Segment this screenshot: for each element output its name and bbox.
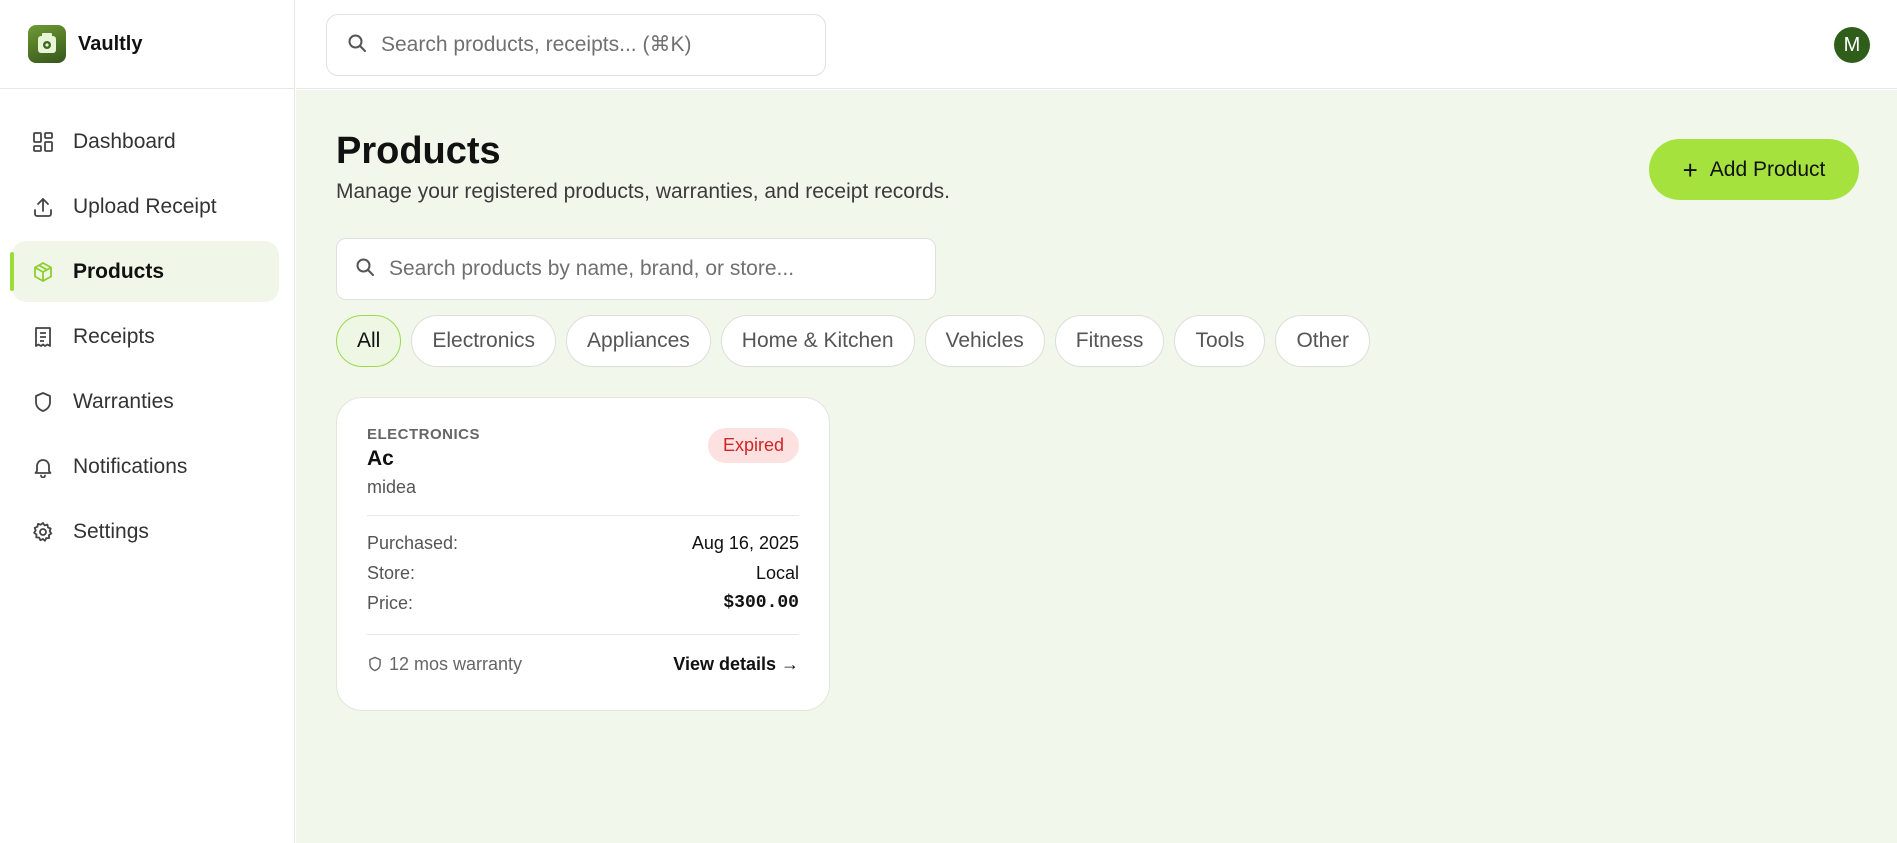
price-row: Price: $300.00 — [367, 588, 799, 618]
purchased-row: Purchased: Aug 16, 2025 — [367, 528, 799, 558]
store-row: Store: Local — [367, 558, 799, 588]
sidebar-item-label: Receipts — [73, 324, 155, 348]
purchased-value: Aug 16, 2025 — [691, 532, 799, 553]
vault-logo-icon — [28, 25, 66, 63]
store-label: Store: — [367, 562, 416, 583]
box-icon — [31, 260, 55, 284]
sidebar-item-label: Notifications — [73, 454, 188, 478]
dashboard-icon — [31, 130, 55, 154]
sidebar-item-dashboard[interactable]: Dashboard — [12, 111, 279, 172]
filter-chip-home-kitchen[interactable]: Home & Kitchen — [720, 315, 915, 367]
search-icon — [355, 257, 375, 282]
product-details: Purchased: Aug 16, 2025 Store: Local Pri… — [367, 516, 799, 618]
category-filters: All Electronics Appliances Home & Kitche… — [336, 315, 1380, 367]
card-footer: 12 mos warranty View details → — [367, 635, 799, 693]
sidebar-item-label: Products — [73, 259, 165, 283]
brand[interactable]: Vaultly — [0, 0, 294, 89]
sidebar-nav: Dashboard Upload Receipt Products Receip… — [0, 89, 294, 562]
sidebar-item-products[interactable]: Products — [10, 241, 279, 302]
product-search-input[interactable] — [389, 257, 909, 281]
product-card[interactable]: ELECTRONICS Ac midea Expired Purchased: … — [336, 397, 830, 711]
page-subtitle: Manage your registered products, warrant… — [336, 180, 950, 203]
sidebar-item-upload-receipt[interactable]: Upload Receipt — [12, 176, 279, 237]
store-value: Local — [755, 562, 799, 583]
sidebar-item-label: Dashboard — [73, 129, 176, 153]
upload-icon — [31, 195, 55, 219]
shield-icon — [367, 656, 383, 672]
sidebar-item-label: Warranties — [73, 389, 174, 413]
page-title: Products — [336, 130, 501, 172]
receipt-icon — [31, 325, 55, 349]
product-search[interactable] — [336, 238, 936, 300]
filter-chip-tools[interactable]: Tools — [1174, 315, 1266, 367]
price-label: Price: — [367, 592, 414, 613]
global-search-input[interactable] — [381, 33, 801, 57]
filter-chip-appliances[interactable]: Appliances — [566, 315, 711, 367]
top-header: M — [296, 0, 1897, 89]
status-badge: Expired — [707, 428, 799, 463]
filter-chip-vehicles[interactable]: Vehicles — [924, 315, 1045, 367]
warranty-info: 12 mos warranty — [367, 654, 522, 675]
purchased-label: Purchased: — [367, 532, 459, 553]
view-details-link[interactable]: View details → — [673, 654, 799, 675]
sidebar-item-label: Settings — [73, 519, 149, 543]
global-search[interactable] — [326, 14, 826, 76]
gear-icon — [31, 520, 55, 544]
sidebar: Vaultly Dashboard Upload Receipt Product… — [0, 0, 295, 843]
filter-chip-all[interactable]: All — [336, 315, 402, 367]
add-product-label: Add Product — [1709, 157, 1826, 181]
bell-icon — [31, 455, 55, 479]
product-brand: midea — [367, 477, 417, 497]
sidebar-item-notifications[interactable]: Notifications — [12, 436, 279, 497]
search-icon — [347, 33, 367, 58]
sidebar-item-receipts[interactable]: Receipts — [12, 306, 279, 367]
warranty-text: 12 mos warranty — [389, 653, 523, 674]
add-product-button[interactable]: + Add Product — [1649, 139, 1859, 200]
sidebar-item-label: Upload Receipt — [73, 194, 217, 218]
sidebar-item-warranties[interactable]: Warranties — [12, 371, 279, 432]
filter-chip-fitness[interactable]: Fitness — [1054, 315, 1165, 367]
brand-name: Vaultly — [78, 32, 143, 55]
plus-icon: + — [1682, 154, 1698, 185]
filter-chip-electronics[interactable]: Electronics — [411, 315, 557, 367]
main-content: Products Manage your registered products… — [296, 90, 1897, 843]
shield-icon — [31, 390, 55, 414]
avatar[interactable]: M — [1834, 27, 1870, 63]
filter-chip-other[interactable]: Other — [1275, 315, 1370, 367]
price-value: $300.00 — [723, 593, 799, 613]
sidebar-item-settings[interactable]: Settings — [12, 501, 279, 562]
